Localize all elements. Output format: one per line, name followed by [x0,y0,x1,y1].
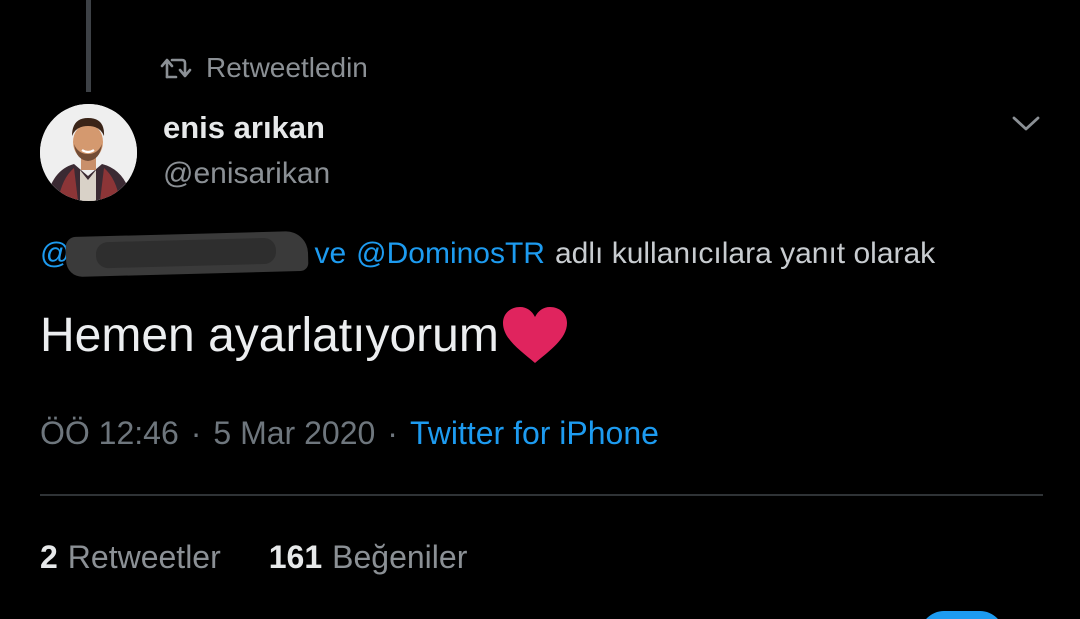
engagement-stats: 2 Retweetler 161 Beğeniler [40,534,515,580]
likes-count: 161 [268,538,323,575]
retweet-icon [160,55,192,81]
retweets-label: Retweetler [67,538,221,575]
reply-connector: ve [314,237,347,270]
author-block[interactable]: enis arıkan @enisarikan [163,106,330,198]
compose-fab[interactable] [920,611,1004,619]
reply-context: @ ve @DominosTR adlı kullanıcılara yanıt… [40,230,936,278]
avatar[interactable] [40,104,137,201]
redaction-scribble [65,230,309,278]
thread-connector-line [86,0,91,92]
heart-icon [501,305,569,365]
tweet-time: ÖÖ 12:46 [40,414,179,451]
retweet-context-label: Retweetledin [206,52,368,83]
retweets-count: 2 [40,538,58,575]
meta-separator: · [190,414,202,451]
likes-stat[interactable]: 161 Beğeniler [269,539,468,576]
retweets-stat[interactable]: 2 Retweetler [40,539,221,576]
author-handle[interactable]: @enisarikan [163,150,330,198]
author-display-name[interactable]: enis arıkan [163,106,330,150]
tweet-date: 5 Mar 2020 [213,414,376,451]
retweet-context[interactable]: Retweetledin [160,48,368,88]
mention-link-dominostr[interactable]: @DominosTR [356,237,545,271]
tweet-source-link[interactable]: Twitter for iPhone [410,415,659,452]
tweet-detail-screen: Retweetledin enis arıkan @enisarikan @ v… [0,0,1080,619]
tweet-body: Hemen ayarlatıyorum [40,300,569,370]
reply-context-text: adlı kullanıcılara yanıt olarak [554,237,936,270]
chevron-down-icon[interactable] [1008,108,1044,138]
likes-label: Beğeniler [332,538,468,575]
meta-separator: · [387,414,398,451]
tweet-metadata: ÖÖ 12:46 · 5 Mar 2020 · Twitter for iPho… [40,410,659,456]
divider [40,494,1043,496]
tweet-text: Hemen ayarlatıyorum [40,308,499,362]
